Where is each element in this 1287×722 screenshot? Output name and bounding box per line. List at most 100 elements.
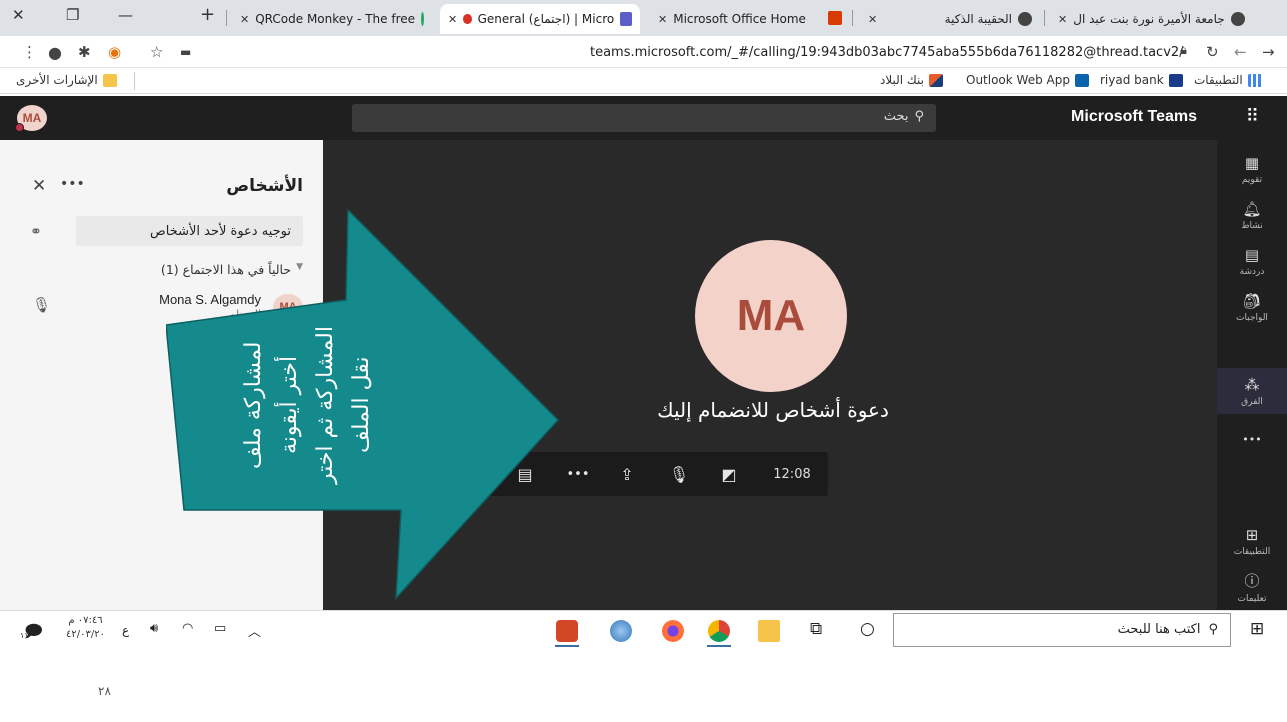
assignments-icon: 🎒︎ — [1242, 291, 1262, 310]
minimize-window-icon[interactable]: — — [118, 6, 133, 24]
bookmark-label: الإشارات الأخرى — [16, 73, 98, 87]
windows-start-icon[interactable]: ⊞ — [1250, 619, 1264, 639]
more-icon: ••• — [1242, 432, 1262, 446]
bell-icon: 🔔︎ — [1242, 199, 1262, 218]
tab-separator — [1044, 10, 1045, 26]
rail-item-help[interactable]: ⓘ تعليمات — [1217, 564, 1287, 610]
tab-separator — [852, 10, 853, 26]
tab-close-icon[interactable]: ✕ — [240, 13, 249, 26]
input-language-indicator[interactable]: ع — [122, 623, 129, 637]
browser-toolbar: ⋮ ● ✱ ◉ ☆ ▬ teams.microsoft.com/_#/calli… — [0, 36, 1287, 68]
profile-icon[interactable]: ● — [48, 43, 62, 62]
search-input[interactable]: بحث ⚲ — [352, 104, 936, 132]
system-clock[interactable]: ٠٧:٤٦ م ٤٢/٠٣/٢٠ — [66, 614, 105, 642]
lock-icon[interactable]: 🔒︎ — [1180, 43, 1187, 58]
app-rail: ▦ تقويم 🔔︎ نشاط ▤ دردشة 🎒︎ الواجبات ⁂ ال… — [1217, 140, 1287, 610]
wifi-icon[interactable]: ◠ — [182, 621, 193, 636]
mic-muted-icon[interactable]: 🎙︎ — [664, 452, 694, 496]
tab-label: الحقيبة الذكية — [944, 12, 1012, 26]
notification-count: ١١ — [20, 631, 29, 640]
tab-label: جامعة الأميرة نورة بنت عبد ال — [1073, 12, 1225, 26]
cast-icon[interactable]: ▬ — [180, 45, 191, 59]
bookmark-outlook[interactable]: Outlook Web App — [966, 73, 1089, 87]
tab-teams-general[interactable]: ✕ General (اجتماع) | Micro — [440, 4, 640, 34]
edge-icon[interactable] — [610, 620, 632, 642]
search-placeholder: بحث — [883, 109, 909, 124]
office-favicon-icon — [828, 11, 842, 25]
share-screen-icon[interactable]: ⇪ — [612, 452, 642, 496]
chrome-icon[interactable] — [708, 620, 730, 642]
rail-label: نشاط — [1241, 220, 1263, 231]
firefox-icon[interactable] — [662, 620, 684, 642]
globe-favicon-icon — [1018, 12, 1032, 26]
close-window-icon[interactable]: ✕ — [12, 6, 25, 24]
tab-close-icon[interactable]: ✕ — [1058, 13, 1067, 26]
bookmark-albilad[interactable]: بنك البلاد — [880, 73, 944, 87]
page-number: ٢٨ — [98, 684, 111, 698]
running-indicator — [707, 645, 731, 647]
back-arrow-icon[interactable]: ← — [1234, 43, 1247, 61]
address-bar-url[interactable]: teams.microsoft.com/_#/calling/19:943db0… — [590, 45, 1184, 60]
clock-time: ٠٧:٤٦ م — [68, 615, 103, 626]
rail-item-calendar[interactable]: ▦ تقويم — [1217, 146, 1287, 192]
extension-chrome-icon[interactable]: ◉ — [108, 43, 121, 61]
teams-header: MA بحث ⚲ Microsoft Teams ⠿ — [0, 96, 1287, 140]
bookmark-star-icon[interactable]: ☆ — [150, 43, 163, 61]
windows-search-input[interactable]: اكتب هنا للبحث ⚲ — [893, 613, 1231, 647]
new-tab-icon[interactable]: + — [200, 4, 215, 25]
bookmark-label: بنك البلاد — [880, 73, 925, 87]
rail-more[interactable]: ••• — [1217, 416, 1287, 462]
running-indicator — [555, 645, 579, 647]
chevron-up-icon[interactable]: ︿ — [248, 621, 261, 640]
powerpoint-icon[interactable] — [556, 620, 578, 642]
tab-close-icon[interactable]: ✕ — [658, 13, 667, 26]
forward-arrow-icon[interactable]: → — [1262, 43, 1275, 61]
rail-item-apps[interactable]: ⊞ التطبيقات — [1217, 518, 1287, 564]
tab-label: Microsoft Office Home — [673, 12, 806, 26]
bookmarks-bar: الإشارات الأخرى بنك البلاد Outlook Web A… — [0, 68, 1287, 94]
arrow-annotation-text: لمشاركة ملف أختر أيقونة المشاركة ثم اختر… — [241, 326, 374, 484]
extensions-puzzle-icon[interactable]: ✱ — [78, 43, 91, 61]
avatar-initials: MA — [22, 111, 42, 125]
app-launcher-icon[interactable]: ⠿ — [1246, 106, 1259, 127]
close-icon[interactable]: ✕ — [32, 176, 46, 196]
globe-favicon-icon — [1230, 12, 1245, 26]
bookmark-other[interactable]: الإشارات الأخرى — [16, 73, 117, 87]
tab-separator — [226, 10, 227, 26]
tab-office-home[interactable]: ✕ Microsoft Office Home — [650, 4, 850, 34]
file-explorer-icon[interactable] — [758, 620, 780, 642]
rail-label: الواجبات — [1236, 312, 1268, 323]
bookmark-apps[interactable]: التطبيقات — [1194, 73, 1262, 87]
qrcode-favicon-icon — [421, 12, 424, 26]
mic-muted-icon: 🎙︎ — [32, 296, 52, 314]
rail-item-assignments[interactable]: 🎒︎ الواجبات — [1217, 284, 1287, 330]
apps-grid-icon — [1247, 73, 1262, 87]
app-title: Microsoft Teams — [1071, 108, 1197, 125]
search-icon: ⚲ — [1208, 622, 1218, 637]
bookmark-riyadbank[interactable]: riyad bank — [1100, 73, 1183, 87]
people-panel-title: الأشخاص — [226, 176, 303, 196]
panel-more-button[interactable]: ••• — [60, 176, 85, 192]
rail-label: تعليمات — [1237, 594, 1267, 604]
browser-tabstrip: ✕ ❐ — + ✕ QRCode Monkey - The free ✕ Gen… — [0, 0, 1287, 36]
battery-icon[interactable]: ▭ — [214, 621, 226, 636]
tab-qrcode[interactable]: ✕ QRCode Monkey - The free — [232, 4, 432, 34]
tab-label: QRCode Monkey - The free — [255, 12, 415, 26]
user-avatar[interactable]: MA — [15, 105, 47, 132]
restore-window-icon[interactable]: ❐ — [66, 6, 79, 24]
tab-close-icon[interactable]: ✕ — [448, 13, 457, 26]
rail-item-chat[interactable]: ▤ دردشة — [1217, 238, 1287, 284]
task-view-icon[interactable]: ⧉ — [810, 619, 822, 639]
tab-close-icon[interactable]: ✕ — [868, 13, 877, 26]
invite-people-prompt: دعوة أشخاص للانضمام إليك — [657, 398, 889, 422]
volume-icon[interactable]: 🔊︎ — [150, 621, 158, 636]
cortana-icon[interactable]: ○ — [860, 619, 875, 639]
apps-icon: ⊞ — [1245, 525, 1259, 544]
menu-kebab-icon[interactable]: ⋮ — [22, 43, 37, 61]
rail-label: دردشة — [1239, 266, 1265, 277]
tab-smart-bag[interactable]: ✕ الحقيبة الذكية — [860, 4, 1040, 34]
reload-icon[interactable]: ↻ — [1206, 43, 1219, 61]
camera-off-icon[interactable]: ◩ — [714, 452, 744, 496]
tab-university[interactable]: ✕ جامعة الأميرة نورة بنت عبد ال — [1050, 4, 1284, 34]
rail-item-activity[interactable]: 🔔︎ نشاط — [1217, 192, 1287, 238]
